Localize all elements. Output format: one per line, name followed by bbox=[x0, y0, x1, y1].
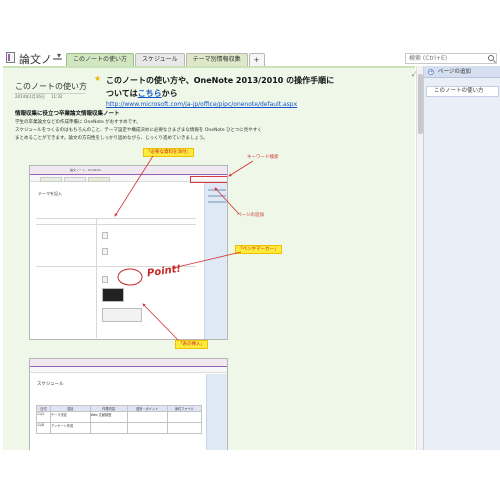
plus-icon: + bbox=[428, 69, 434, 75]
empty-bottom-area bbox=[0, 450, 500, 500]
callout-insert-table: 「表の挿入」 bbox=[175, 340, 208, 349]
search-icon[interactable] bbox=[488, 55, 494, 61]
intro-heading-suffix: から bbox=[161, 89, 178, 98]
table-cell bbox=[166, 422, 203, 434]
add-section-button[interactable]: + bbox=[248, 53, 265, 66]
mini-tab bbox=[88, 177, 110, 182]
mini-attachment-icon bbox=[102, 248, 108, 255]
description-paragraph-2: スケジュールをつくるのはもちろんのこと、テーマ設定や構成決めに必要なさまざまな情… bbox=[15, 128, 262, 133]
tab-theme-research[interactable]: テーマ別情報収集 bbox=[185, 53, 248, 66]
table-cell: 11/2 bbox=[36, 411, 51, 423]
top-bar: 論文ノート ▾ このノートの使い方 スケジュール テーマ別情報収集 + 検索 (… bbox=[0, 0, 500, 66]
star-icon: ★ bbox=[94, 74, 102, 83]
description-paragraph-1: 学生の卒業論文などの作成準備に OneNote がおすすめです。 bbox=[15, 120, 141, 125]
mini-page-item bbox=[208, 201, 226, 203]
intro-heading-line-1: このノートの使い方や、OneNote 2013/2010 の操作手順に bbox=[106, 76, 335, 85]
example-screenshot-schedule[interactable]: スケジュール 日付 項目 作業内容 進捗・ポイント 添付ファイル 11/2 テー… bbox=[29, 358, 228, 450]
mini-titlebar bbox=[30, 359, 227, 367]
search-placeholder: 検索 (Ctrl+E) bbox=[409, 55, 448, 62]
page-title[interactable]: このノートの使い方 bbox=[15, 81, 87, 92]
table-cell bbox=[89, 422, 128, 434]
chevron-down-icon[interactable]: ▾ bbox=[57, 51, 61, 60]
search-input[interactable]: 検索 (Ctrl+E) bbox=[405, 53, 497, 64]
mini-schedule-table: 日付 項目 作業内容 進捗・ポイント 添付ファイル 11/2 テーマ決定 Web… bbox=[36, 405, 203, 434]
page-date: 2014年1月16日 bbox=[15, 94, 45, 99]
mini-photo bbox=[102, 288, 124, 302]
mini-table-line bbox=[36, 218, 196, 219]
arrow-keyword-search bbox=[228, 160, 254, 177]
table-cell bbox=[166, 411, 203, 423]
table-cell: テーマ決定 bbox=[49, 411, 91, 423]
callout-attach-files: 「必要な資料を添付」 bbox=[143, 148, 194, 157]
intro-heading-prefix: ついては bbox=[106, 89, 138, 98]
mini-attachment-icon bbox=[102, 232, 108, 239]
section-tabs: このノートの使い方 スケジュール テーマ別情報収集 + bbox=[66, 53, 266, 66]
mini-attachment-icon bbox=[102, 276, 108, 283]
mini-page-title: テーマを記入 bbox=[38, 191, 62, 196]
mini-page-item bbox=[208, 189, 226, 191]
mini-page-list bbox=[206, 374, 227, 450]
mini-ribbon bbox=[30, 367, 227, 373]
intro-heading-line-2: ついてはこちらから bbox=[106, 88, 178, 99]
page-scrollbar[interactable] bbox=[416, 66, 423, 450]
table-row: 11/8 アンケート作成 bbox=[36, 422, 203, 434]
table-row: 11/2 テーマ決定 Web 文献調査 bbox=[36, 411, 203, 423]
mini-page-title: スケジュール bbox=[37, 382, 64, 387]
tab-how-to-use[interactable]: このノートの使い方 bbox=[66, 53, 135, 66]
notebook-icon[interactable] bbox=[6, 52, 15, 63]
mini-titlebar: 論文ノート - OneNote bbox=[30, 166, 227, 175]
mini-document-preview bbox=[102, 308, 142, 322]
add-page-button[interactable]: + ページの追加 bbox=[424, 66, 500, 78]
table-cell: 11/8 bbox=[36, 422, 51, 434]
mini-table-line bbox=[36, 224, 196, 225]
example-screenshot-notebook[interactable]: 論文ノート - OneNote テーマを記入 bbox=[29, 165, 228, 340]
description-paragraph-3: まとめることができます。論文の方向性をしっかり固めながら、じっくり進めていきまし… bbox=[15, 136, 208, 141]
table-cell bbox=[126, 422, 168, 434]
mini-page-item bbox=[208, 195, 226, 197]
table-cell: Web 文献調査 bbox=[89, 411, 128, 423]
mini-page-list bbox=[204, 183, 227, 339]
table-cell bbox=[126, 411, 168, 423]
mini-table-line bbox=[96, 218, 97, 338]
help-link[interactable]: こちら bbox=[138, 89, 162, 98]
callout-pen-marker: 「ペンやマーカー」 bbox=[235, 245, 282, 254]
section-heading: 情報収集に役立つ卒業論文情報収集ノート bbox=[15, 111, 120, 117]
mini-tab bbox=[64, 177, 86, 182]
help-url-link[interactable]: http://www.microsoft.com/ja-jp/office/pi… bbox=[106, 101, 297, 108]
page-list-item[interactable]: このノートの使い方 bbox=[426, 86, 499, 97]
page-canvas[interactable]: このノートの使い方 2014年1月16日 11:32 ★ このノートの使い方や、… bbox=[3, 66, 415, 450]
table-cell: アンケート作成 bbox=[49, 422, 91, 434]
mini-search-highlight bbox=[190, 176, 227, 183]
page-list-pane: + ページの追加 このノートの使い方 bbox=[423, 66, 500, 450]
mini-tab bbox=[40, 177, 62, 182]
callout-add-page: ページの追加 bbox=[237, 213, 264, 218]
add-page-label: ページの追加 bbox=[438, 69, 471, 75]
callout-keyword-search: キーワード検索 bbox=[247, 155, 279, 160]
page-time: 11:32 bbox=[51, 94, 63, 99]
tab-schedule[interactable]: スケジュール bbox=[135, 53, 185, 66]
